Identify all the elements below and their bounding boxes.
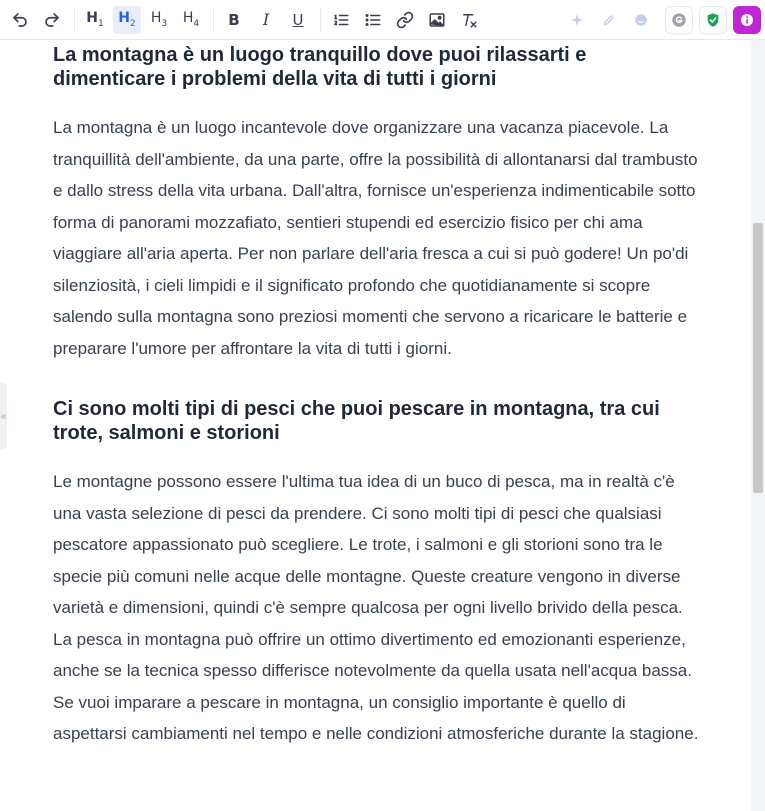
ordered-list-button[interactable] [327,6,355,34]
link-button[interactable] [391,6,419,34]
editor-content[interactable]: La montagna è un luogo tranquillo dove p… [53,40,703,750]
undo-button[interactable] [6,6,34,34]
g-circle-icon [672,13,686,27]
clear-formatting-icon [463,13,477,27]
heading-3-button[interactable]: H3 [145,6,173,34]
undo-icon [13,12,27,27]
clear-formatting-button[interactable] [455,6,483,34]
sidebar-collapse-handle[interactable]: « [0,382,7,450]
magic-button[interactable] [563,6,591,34]
smile-icon [635,14,647,26]
heading-2-button[interactable]: H2 [113,5,141,34]
vertical-scrollbar[interactable] [751,40,765,811]
image-button[interactable] [423,6,451,34]
section-heading: Ci sono molti tipi di pesci che puoi pes… [53,398,660,444]
paragraph: Le montagne possono essere l'ultima tua … [53,472,699,743]
toolbar-right-group [563,0,765,40]
italic-button[interactable]: I [252,6,280,34]
scrollbar-thumb[interactable] [753,223,763,493]
heading-3-icon: H3 [150,10,168,29]
underline-button[interactable]: U [284,6,312,34]
shield-check-button[interactable] [699,6,727,34]
grammar-check-button[interactable] [665,6,693,34]
section-heading: La montagna è un luogo tranquillo dove p… [53,44,587,90]
image-icon [429,12,445,27]
emoji-button[interactable] [627,6,655,34]
underline-icon: U [292,10,304,29]
heading-4-button[interactable]: H4 [177,6,205,34]
bullet-list-button[interactable] [359,6,387,34]
italic-icon: I [262,10,270,29]
heading-1-button[interactable]: H1 [81,6,109,34]
double-chevron-left-icon: « [0,410,7,422]
toolbar-divider [74,7,75,32]
redo-button[interactable] [38,6,66,34]
info-button[interactable] [733,6,761,34]
pen-icon [603,14,615,26]
pen-button[interactable] [595,6,623,34]
heading-2-icon: H2 [118,10,136,29]
bold-icon: B [228,10,240,29]
link-icon [396,11,414,28]
bullet-list-icon [365,13,381,26]
heading-4-icon: H4 [182,10,200,29]
redo-icon [45,12,59,27]
paragraph: La montagna è un luogo incantevole dove … [53,118,698,358]
editor-toolbar: H1 H2 H3 H4 B I U [0,0,765,40]
bold-button[interactable]: B [220,6,248,34]
heading-1-icon: H1 [86,10,104,29]
ordered-list-icon [334,14,349,25]
toolbar-divider [213,7,214,32]
sparkle-icon [571,14,583,26]
info-icon [741,14,753,26]
toolbar-divider [320,7,321,32]
shield-check-icon [707,13,719,27]
